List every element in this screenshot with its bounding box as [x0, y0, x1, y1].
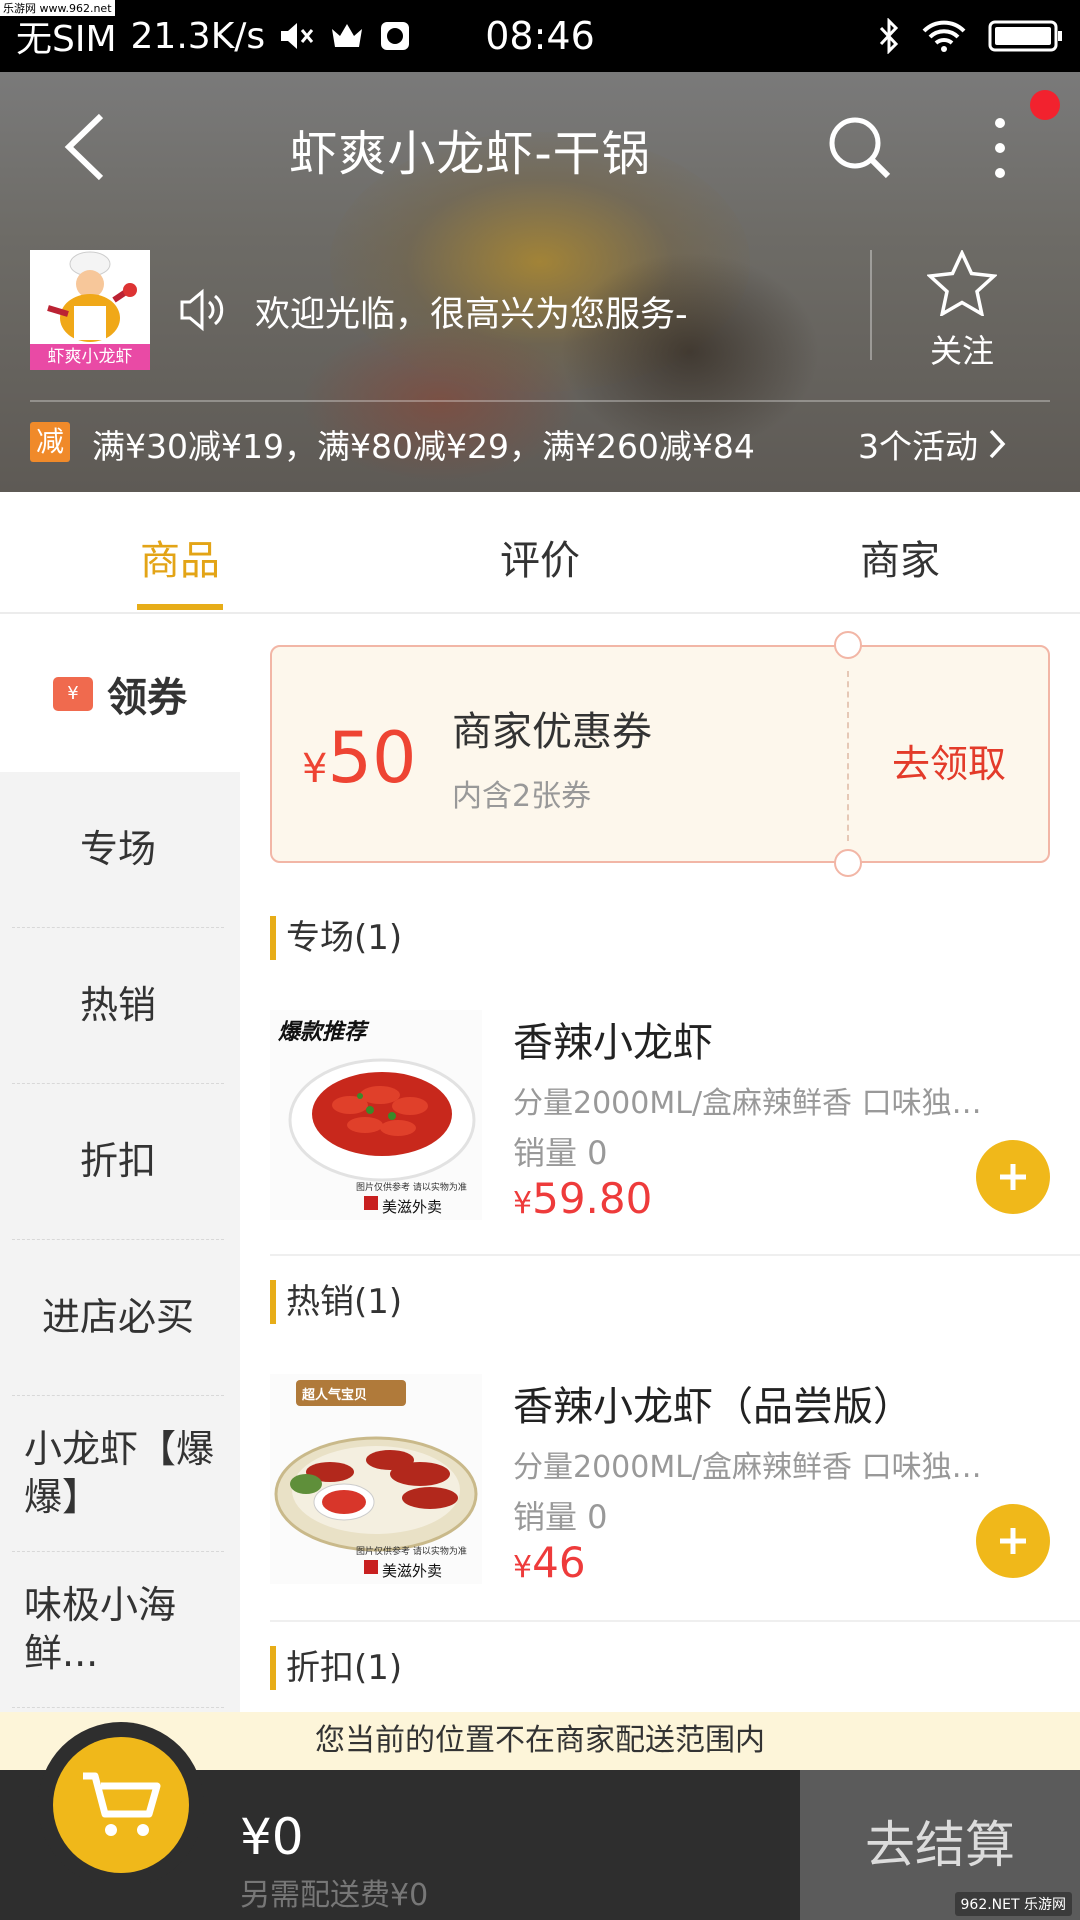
follow-button[interactable]: 关注 — [912, 248, 1012, 370]
more-button[interactable] — [970, 108, 1030, 188]
ticket-divider — [847, 671, 849, 841]
logo-caption: 虾爽小龙虾 — [30, 344, 150, 370]
sidebar-item-hot[interactable]: 热销 — [12, 928, 224, 1084]
plus-icon — [1000, 1164, 1026, 1190]
product-price: ¥46 — [513, 1538, 586, 1587]
coupon-icon: ¥ — [53, 677, 93, 711]
back-arrow-icon — [64, 113, 104, 181]
promo-text: 满¥30减¥19，满¥80减¥29，满¥260减¥84 — [92, 427, 755, 466]
add-to-cart-button[interactable] — [976, 1140, 1050, 1214]
divider — [870, 250, 872, 360]
search-icon — [829, 117, 891, 179]
tab-reviews[interactable]: 评价 — [440, 528, 640, 586]
tab-merchant[interactable]: 商家 — [800, 528, 1000, 586]
add-to-cart-button[interactable] — [976, 1504, 1050, 1578]
product-description: 分量2000ML/盒麻辣鲜香 口味独… — [513, 1086, 982, 1121]
chef-logo-icon — [30, 250, 150, 346]
section-header: 折扣(1) — [270, 1646, 402, 1690]
divider — [270, 1254, 1080, 1256]
back-button[interactable] — [50, 112, 120, 182]
sidebar-item-discount[interactable]: 折扣 — [12, 1084, 224, 1240]
cart-icon — [83, 1772, 161, 1836]
site-watermark: 962.NET 乐游网 — [954, 1892, 1072, 1916]
product-image[interactable]: 爆款推荐 图片仅供参考 请以实物为准 美滋外卖 — [270, 1010, 482, 1220]
divider — [30, 400, 1050, 402]
coupon-subtitle: 内含2张券 — [452, 779, 592, 814]
image-brand-text: 美滋外卖 — [382, 1198, 443, 1216]
product-description: 分量2000ML/盒麻辣鲜香 口味独… — [513, 1450, 982, 1485]
price-value: 46 — [532, 1538, 586, 1587]
clock: 08:46 — [485, 14, 595, 58]
sidebar-item-label: 领券 — [107, 675, 187, 721]
claim-coupon-button[interactable]: 去领取 — [892, 733, 1006, 788]
tab-bar: 商品 评价 商家 — [0, 492, 1080, 614]
chevron-right-icon — [989, 429, 1006, 459]
merchant-coupon-card[interactable]: ¥50 商家优惠券 内含2张券 去领取 — [270, 631, 1050, 877]
currency-symbol: ¥ — [302, 746, 328, 792]
status-bar: 乐游网 www.962.net 无SIM 21.3K/s 08:46 — [0, 0, 1080, 72]
product-price: ¥59.80 — [513, 1174, 652, 1223]
sidebar-item-must-buy[interactable]: 进店必买 — [12, 1240, 224, 1396]
ticket-notch — [834, 849, 862, 877]
product-image[interactable]: 超人气宝贝 图片仅供参考 请以实物为准 美滋外卖 — [270, 1374, 482, 1584]
image-note-text: 图片仅供参考 请以实物为准 — [356, 1183, 467, 1193]
product-name: 香辣小龙虾（品尝版） — [513, 1384, 913, 1430]
plus-icon — [1000, 1528, 1026, 1554]
cart-button-frame — [38, 1722, 204, 1888]
image-note-text: 图片仅供参考 请以实物为准 — [356, 1547, 467, 1557]
speaker-icon — [180, 288, 224, 332]
coupon-value: 50 — [327, 717, 417, 799]
tab-indicator — [137, 604, 223, 610]
tab-products[interactable]: 商品 — [80, 528, 280, 586]
product-sales: 销量 0 — [513, 1498, 608, 1536]
shop-title: 虾爽小龙虾-干锅 — [289, 126, 651, 182]
category-sidebar: ¥ 领券 专场 热销 折扣 进店必买 小龙虾【爆爆】 味极小海鲜... — [0, 616, 240, 1770]
shop-notice[interactable]: 欢迎光临，很高兴为您服务- — [255, 286, 688, 337]
activities-link[interactable]: 3个活动 — [858, 420, 1006, 468]
price-value: 59.80 — [532, 1174, 653, 1223]
nav-bar: 虾爽小龙虾-干锅 — [0, 72, 1080, 220]
delivery-fee: 另需配送费¥0 — [240, 1878, 429, 1913]
sidebar-item-seafood[interactable]: 味极小海鲜... — [12, 1552, 224, 1708]
cart-button[interactable] — [53, 1737, 189, 1873]
cart-total: ¥0 — [240, 1808, 304, 1866]
shop-logo[interactable]: 虾爽小龙虾 — [30, 250, 150, 370]
image-brand-text: 美滋外卖 — [382, 1562, 443, 1580]
product-sales: 销量 0 — [513, 1134, 608, 1172]
coupon-amount: ¥50 — [302, 717, 417, 799]
section-header: 专场(1) — [270, 916, 402, 960]
currency-symbol: ¥ — [513, 1186, 533, 1221]
product-name: 香辣小龙虾 — [513, 1020, 713, 1066]
ticket-notch — [834, 631, 862, 659]
star-icon — [925, 248, 999, 318]
more-vertical-icon — [995, 118, 1005, 178]
divider — [270, 1620, 1080, 1622]
follow-label: 关注 — [929, 332, 994, 370]
image-banner-text: 爆款推荐 — [278, 1020, 367, 1045]
discount-badge: 减 — [30, 422, 70, 462]
coupon-title: 商家优惠券 — [452, 709, 652, 755]
product-card[interactable]: 爆款推荐 图片仅供参考 请以实物为准 美滋外卖 香辣小龙虾 分量2000ML/盒… — [270, 1010, 1080, 1230]
activities-count: 3个活动 — [858, 427, 978, 466]
promo-row[interactable]: 减 满¥30减¥19，满¥80减¥29，满¥260减¥84 3个活动 — [0, 416, 1080, 478]
notification-dot — [1030, 90, 1060, 120]
shop-info-row: 虾爽小龙虾 欢迎光临，很高兴为您服务- 关注 — [0, 248, 1080, 380]
currency-symbol: ¥ — [513, 1550, 533, 1585]
product-card[interactable]: 超人气宝贝 图片仅供参考 请以实物为准 美滋外卖 香辣小龙虾（品尝版） 分量20… — [270, 1374, 1080, 1594]
section-header: 热销(1) — [270, 1280, 402, 1324]
cart-bar: ¥0 另需配送费¥0 去结算 962.NET 乐游网 — [0, 1722, 1080, 1920]
search-button[interactable] — [820, 108, 900, 188]
sidebar-item-coupon[interactable]: ¥ 领券 — [0, 616, 240, 772]
sidebar-item-crayfish[interactable]: 小龙虾【爆爆】 — [12, 1396, 224, 1552]
image-banner-text: 超人气宝贝 — [302, 1388, 368, 1403]
shop-header: 虾爽小龙虾-干锅 虾爽小龙虾 欢迎光临，很高兴为您服务- 关注 减 满¥30减¥… — [0, 72, 1080, 492]
sidebar-item-special[interactable]: 专场 — [12, 772, 224, 928]
